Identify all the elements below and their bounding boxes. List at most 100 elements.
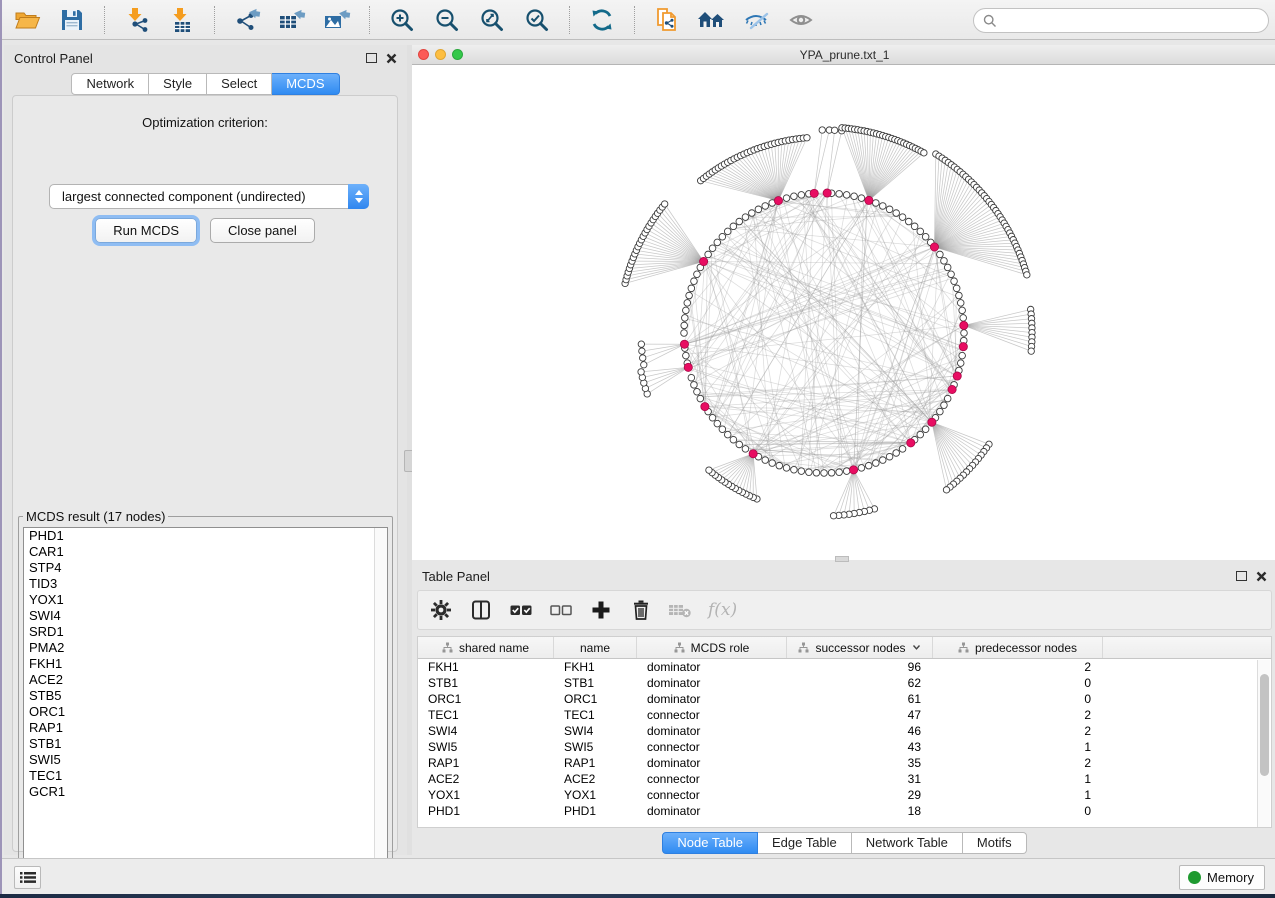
- table-cell[interactable]: 29: [787, 787, 933, 803]
- tab-motifs[interactable]: Motifs: [963, 832, 1027, 854]
- zoom-in-button[interactable]: [387, 5, 417, 35]
- tab-select[interactable]: Select: [207, 73, 272, 95]
- table-cell[interactable]: 0: [933, 691, 1103, 707]
- list-item[interactable]: TEC1: [24, 768, 387, 784]
- criterion-dropdown[interactable]: largest connected component (undirected): [49, 184, 369, 209]
- table-row[interactable]: TEC1TEC1connector472: [418, 707, 1271, 723]
- float-panel-icon[interactable]: [366, 53, 377, 63]
- table-cell[interactable]: 1: [933, 739, 1103, 755]
- table-cell[interactable]: STB1: [418, 675, 554, 691]
- list-item[interactable]: STB5: [24, 688, 387, 704]
- tab-network-table[interactable]: Network Table: [852, 832, 963, 854]
- add-column-button[interactable]: [588, 597, 614, 623]
- table-cell[interactable]: 31: [787, 771, 933, 787]
- table-cell[interactable]: 1: [933, 787, 1103, 803]
- table-cell[interactable]: SWI5: [418, 739, 554, 755]
- show-all-button[interactable]: [787, 5, 817, 35]
- table-scrollbar-thumb[interactable]: [1260, 674, 1269, 776]
- open-file-button[interactable]: [12, 5, 42, 35]
- hide-selected-button[interactable]: [742, 5, 772, 35]
- table-cell[interactable]: 2: [933, 723, 1103, 739]
- table-cell[interactable]: connector: [637, 707, 787, 723]
- column-header-successor-nodes[interactable]: successor nodes: [787, 637, 933, 658]
- mcds-result-list[interactable]: PHD1CAR1STP4TID3YOX1SWI4SRD1PMA2FKH1ACE2…: [23, 527, 388, 879]
- list-item[interactable]: FKH1: [24, 656, 387, 672]
- table-cell[interactable]: dominator: [637, 659, 787, 675]
- table-cell[interactable]: SWI5: [554, 739, 637, 755]
- duplicate-network-button[interactable]: [652, 5, 682, 35]
- table-cell[interactable]: dominator: [637, 803, 787, 819]
- table-row[interactable]: RAP1RAP1dominator352: [418, 755, 1271, 771]
- task-history-button[interactable]: [14, 866, 41, 889]
- table-cell[interactable]: ORC1: [554, 691, 637, 707]
- network-titlebar[interactable]: YPA_prune.txt_1: [412, 45, 1275, 65]
- list-item[interactable]: CAR1: [24, 544, 387, 560]
- table-cell[interactable]: 0: [933, 803, 1103, 819]
- table-cell[interactable]: PHD1: [418, 803, 554, 819]
- table-cell[interactable]: 35: [787, 755, 933, 771]
- table-cell[interactable]: 61: [787, 691, 933, 707]
- table-cell[interactable]: dominator: [637, 675, 787, 691]
- table-cell[interactable]: TEC1: [418, 707, 554, 723]
- search-field[interactable]: [973, 8, 1269, 33]
- table-cell[interactable]: 46: [787, 723, 933, 739]
- table-row[interactable]: SWI4SWI4dominator462: [418, 723, 1271, 739]
- table-row[interactable]: PHD1PHD1dominator180: [418, 803, 1271, 819]
- column-header-name[interactable]: name: [554, 637, 637, 658]
- table-row[interactable]: ORC1ORC1dominator610: [418, 691, 1271, 707]
- export-table-button[interactable]: [277, 5, 307, 35]
- column-header-predecessor-nodes[interactable]: predecessor nodes: [933, 637, 1103, 658]
- export-image-button[interactable]: [322, 5, 352, 35]
- table-cell[interactable]: 18: [787, 803, 933, 819]
- column-header-shared-name[interactable]: shared name: [418, 637, 554, 658]
- network-canvas[interactable]: [412, 65, 1275, 560]
- tab-style[interactable]: Style: [149, 73, 207, 95]
- search-input[interactable]: [1002, 11, 1268, 31]
- refresh-button[interactable]: [587, 5, 617, 35]
- table-cell[interactable]: 47: [787, 707, 933, 723]
- close-table-panel-icon[interactable]: [1256, 571, 1267, 582]
- table-row[interactable]: STB1STB1dominator620: [418, 675, 1271, 691]
- import-network-button[interactable]: [122, 5, 152, 35]
- table-row[interactable]: FKH1FKH1dominator962: [418, 659, 1271, 675]
- table-cell[interactable]: 2: [933, 659, 1103, 675]
- list-item[interactable]: SWI4: [24, 608, 387, 624]
- list-item[interactable]: STP4: [24, 560, 387, 576]
- table-cell[interactable]: ORC1: [418, 691, 554, 707]
- table-cell[interactable]: STB1: [554, 675, 637, 691]
- column-header-mcds-role[interactable]: MCDS role: [637, 637, 787, 658]
- list-item[interactable]: ORC1: [24, 704, 387, 720]
- table-cell[interactable]: YOX1: [554, 787, 637, 803]
- table-row[interactable]: ACE2ACE2connector311: [418, 771, 1271, 787]
- table-cell[interactable]: ACE2: [554, 771, 637, 787]
- table-cell[interactable]: 2: [933, 707, 1103, 723]
- table-cell[interactable]: TEC1: [554, 707, 637, 723]
- table-settings-button[interactable]: [428, 597, 454, 623]
- zoom-out-button[interactable]: [432, 5, 462, 35]
- table-cell[interactable]: dominator: [637, 691, 787, 707]
- float-table-panel-icon[interactable]: [1236, 571, 1247, 581]
- list-item[interactable]: SRD1: [24, 624, 387, 640]
- export-network-button[interactable]: [232, 5, 262, 35]
- list-item[interactable]: PHD1: [24, 528, 387, 544]
- horizontal-split-grip[interactable]: [835, 556, 849, 562]
- table-cell[interactable]: FKH1: [554, 659, 637, 675]
- table-cell[interactable]: PHD1: [554, 803, 637, 819]
- run-mcds-button[interactable]: Run MCDS: [95, 218, 197, 243]
- neighbors-button[interactable]: [697, 5, 727, 35]
- table-cell[interactable]: dominator: [637, 723, 787, 739]
- table-cell[interactable]: connector: [637, 771, 787, 787]
- memory-button[interactable]: Memory: [1179, 865, 1265, 890]
- tab-network[interactable]: Network: [71, 73, 149, 95]
- zoom-fit-button[interactable]: [477, 5, 507, 35]
- table-cell[interactable]: 0: [933, 675, 1103, 691]
- tab-node-table[interactable]: Node Table: [662, 832, 758, 854]
- table-cell[interactable]: dominator: [637, 755, 787, 771]
- list-item[interactable]: YOX1: [24, 592, 387, 608]
- function-builder-label[interactable]: f(x): [708, 600, 737, 620]
- show-columns-button[interactable]: [468, 597, 494, 623]
- list-item[interactable]: TID3: [24, 576, 387, 592]
- mcds-list-scrollbar[interactable]: [374, 528, 387, 878]
- select-all-button[interactable]: [508, 597, 534, 623]
- table-cell[interactable]: 43: [787, 739, 933, 755]
